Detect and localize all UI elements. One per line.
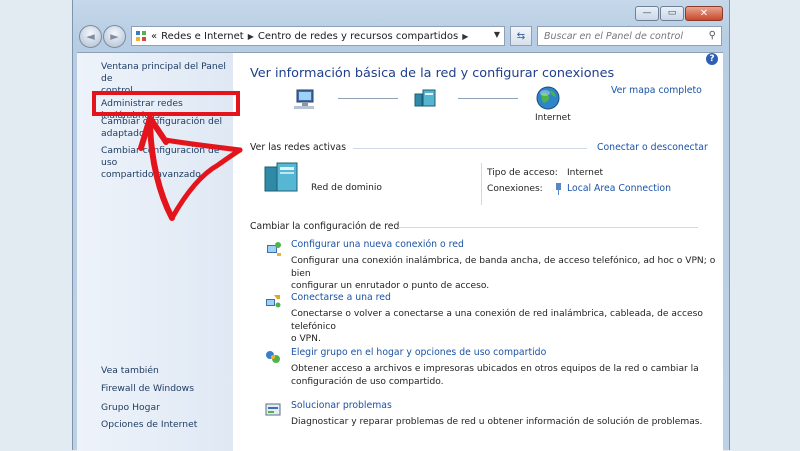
- network-icon[interactable]: [413, 86, 437, 110]
- see-also-homegroup[interactable]: Grupo Hogar: [101, 402, 160, 414]
- task-troubleshoot-desc: Diagnosticar y reparar problemas de red …: [291, 416, 702, 429]
- map-connector-line: [338, 98, 398, 99]
- search-icon[interactable]: ⚲: [709, 30, 716, 41]
- search-placeholder: Buscar en el Panel de control: [544, 30, 683, 42]
- change-settings-heading: Cambiar la configuración de red: [250, 221, 400, 232]
- maximize-icon: ▭: [667, 8, 677, 18]
- task-desc-line: Conectarse o volver a conectarse a una c…: [291, 309, 703, 332]
- vertical-divider: [481, 163, 482, 205]
- task-homegroup-sharing[interactable]: Elegir grupo en el hogar y opciones de u…: [291, 347, 546, 358]
- sidebar-link-label: compartido avanzado: [101, 169, 201, 180]
- troubleshoot-icon: [265, 403, 281, 416]
- network-folder-icon: [136, 31, 146, 41]
- back-arrow-icon: ◄: [86, 30, 95, 43]
- breadcrumb-redes-internet[interactable]: Redes e Internet: [161, 31, 244, 42]
- search-input[interactable]: Buscar en el Panel de control ⚲: [537, 26, 722, 46]
- close-button[interactable]: ✕: [685, 6, 723, 21]
- task-desc-line: configuración de uso compartido.: [291, 376, 444, 387]
- task-homegroup-sharing-desc: Obtener acceso a archivos e impresoras u…: [291, 363, 699, 388]
- task-setup-connection[interactable]: Configurar una nueva conexión o red: [291, 239, 464, 250]
- address-bar[interactable]: « Redes e Internet ▶ Centro de redes y r…: [131, 26, 505, 46]
- explorer-window: — ▭ ✕ ◄ ► « Redes e Internet ▶ Centro de…: [72, 0, 730, 451]
- main-panel: ? Ver información básica de la red y con…: [233, 53, 723, 451]
- local-area-connection-link[interactable]: Local Area Connection: [567, 183, 671, 194]
- connect-network-icon: [266, 295, 281, 308]
- refresh-icon: ⇆: [516, 30, 526, 42]
- map-connector-line: [458, 98, 518, 99]
- back-button[interactable]: ◄: [79, 25, 102, 48]
- address-dropdown-icon[interactable]: ▼: [494, 30, 500, 39]
- caption-buttons: — ▭ ✕: [635, 6, 723, 21]
- minimize-icon: —: [642, 8, 652, 18]
- see-also-heading: Vea también: [101, 365, 159, 376]
- access-type-label: Tipo de acceso:: [487, 168, 558, 178]
- computer-icon[interactable]: [293, 87, 317, 111]
- sidebar-link-label: Cambiar configuración del: [101, 116, 223, 127]
- see-also-internet-options[interactable]: Opciones de Internet: [101, 419, 197, 431]
- internet-globe-icon[interactable]: [535, 85, 561, 111]
- network-name: Red de dominio: [311, 183, 383, 193]
- minimize-button[interactable]: —: [635, 6, 659, 21]
- task-setup-connection-desc: Configurar una conexión inalámbrica, de …: [291, 255, 723, 293]
- overflow-chevron-icon[interactable]: «: [151, 31, 157, 42]
- access-type-value: Internet: [567, 168, 604, 178]
- help-icon[interactable]: ?: [706, 53, 718, 65]
- network-map: Internet: [293, 85, 571, 127]
- task-desc-line: o VPN.: [291, 334, 321, 344]
- forward-arrow-icon: ►: [110, 30, 119, 43]
- internet-label: Internet: [535, 113, 571, 123]
- section-divider: [398, 227, 698, 228]
- task-desc-line: Configurar una conexión inalámbrica, de …: [291, 256, 716, 279]
- breadcrumb: Redes e Internet ▶ Centro de redes y rec…: [161, 31, 472, 42]
- breadcrumb-centro-redes[interactable]: Centro de redes y recursos compartidos: [258, 31, 458, 42]
- task-troubleshoot[interactable]: Solucionar problemas: [291, 400, 392, 411]
- breadcrumb-separator-icon[interactable]: ▶: [462, 32, 468, 41]
- task-desc-line: Diagnosticar y reparar problemas de red …: [291, 417, 703, 427]
- close-icon: ✕: [699, 7, 709, 19]
- page-title: Ver información básica de la red y confi…: [250, 66, 615, 81]
- task-connect-network-desc: Conectarse o volver a conectarse a una c…: [291, 308, 723, 346]
- full-map-link[interactable]: Ver mapa completo: [611, 85, 702, 96]
- sidebar-link-advanced-sharing[interactable]: Cambiar configuración de uso compartido a…: [101, 145, 233, 181]
- breadcrumb-separator-icon[interactable]: ▶: [248, 32, 254, 41]
- new-connection-icon: [267, 242, 281, 256]
- forward-button[interactable]: ►: [103, 25, 126, 48]
- maximize-button[interactable]: ▭: [660, 6, 684, 21]
- active-networks-heading: Ver las redes activas: [250, 142, 347, 153]
- section-divider: [353, 148, 587, 149]
- homegroup-icon: [266, 351, 280, 363]
- see-also-firewall[interactable]: Firewall de Windows: [101, 383, 194, 395]
- navigation-bar: ◄ ► « Redes e Internet ▶ Centro de redes…: [73, 22, 729, 50]
- domain-network-icon: [264, 162, 298, 192]
- connect-disconnect-link[interactable]: Conectar o desconectar: [597, 142, 708, 153]
- sidebar-link-adapter-settings[interactable]: Cambiar configuración del adaptador: [101, 116, 222, 140]
- connections-label: Conexiones:: [487, 184, 543, 194]
- sidebar-link-label: adaptador: [101, 128, 149, 139]
- ethernet-icon: [556, 183, 561, 195]
- sidebar-link-label: Ventana principal del Panel de: [101, 61, 226, 84]
- refresh-button[interactable]: ⇆: [510, 26, 532, 46]
- highlight-box: [92, 91, 240, 116]
- task-connect-network[interactable]: Conectarse a una red: [291, 292, 391, 303]
- task-desc-line: configurar un enrutador o punto de acces…: [291, 281, 490, 291]
- task-desc-line: Obtener acceso a archivos e impresoras u…: [291, 364, 699, 374]
- sidebar-link-label: Cambiar configuración de uso: [101, 145, 220, 168]
